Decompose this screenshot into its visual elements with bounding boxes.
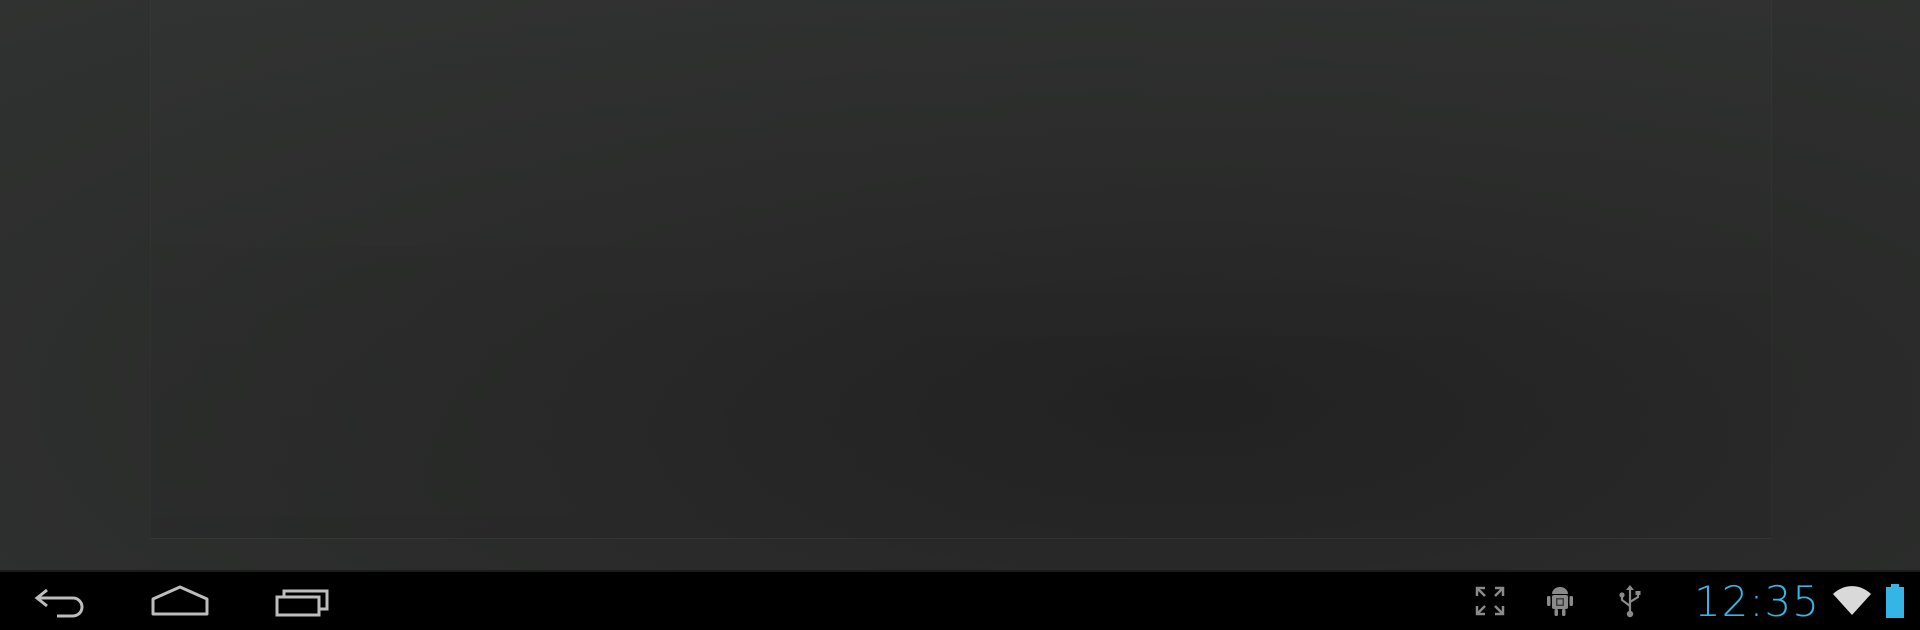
dimmed-app-panel xyxy=(150,0,1772,539)
wifi-icon xyxy=(1833,586,1871,615)
app-content-area xyxy=(0,0,1920,570)
android-debug-icon xyxy=(1546,587,1573,616)
fullscreen-expand-icon xyxy=(1475,586,1505,616)
usb-notification[interactable] xyxy=(1610,572,1650,630)
back-arrow-icon xyxy=(34,588,84,618)
status-clock[interactable]: 12:35 xyxy=(1694,573,1820,630)
screenshot-notification[interactable] xyxy=(1470,572,1510,630)
back-button[interactable] xyxy=(10,572,110,630)
home-icon xyxy=(151,585,209,616)
battery-status[interactable] xyxy=(1878,572,1912,630)
usb-icon xyxy=(1619,585,1641,618)
recent-apps-icon xyxy=(275,589,329,617)
home-button[interactable] xyxy=(130,572,230,630)
system-navigation-bar: 12:35 xyxy=(0,570,1920,630)
debug-notification[interactable] xyxy=(1540,572,1580,630)
wifi-status[interactable] xyxy=(1830,572,1874,630)
android-screen: 12:35 xyxy=(0,0,1920,630)
recent-apps-button[interactable] xyxy=(252,572,352,630)
battery-icon xyxy=(1886,584,1904,618)
status-area[interactable]: 12:35 xyxy=(1470,572,1920,630)
